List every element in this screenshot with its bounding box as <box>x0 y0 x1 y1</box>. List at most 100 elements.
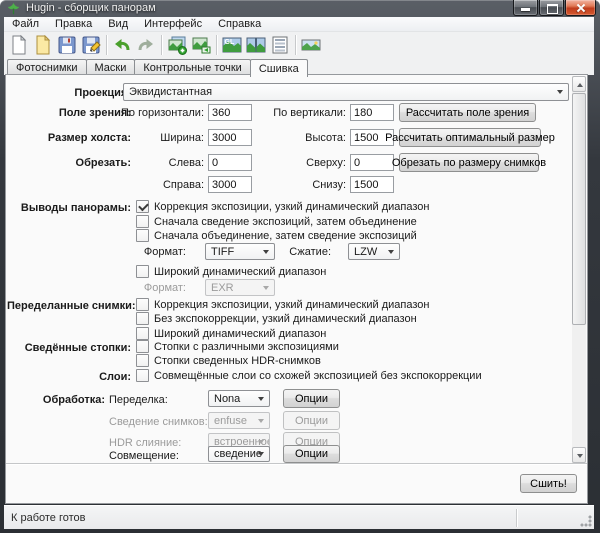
menu-interface[interactable]: Интерфейс <box>136 17 210 31</box>
layers-label: Слои: <box>7 371 131 383</box>
compression-select[interactable]: LZW <box>348 243 400 260</box>
toolbar-control-point-list[interactable] <box>268 33 292 57</box>
vertical-scrollbar[interactable] <box>572 76 586 463</box>
output-blended-then-fused-checkbox[interactable] <box>136 229 149 242</box>
blender-select[interactable]: сведение <box>208 446 270 462</box>
toolbar-undo[interactable] <box>110 33 134 57</box>
crop-bottom-input[interactable] <box>350 176 394 193</box>
new-project-icon <box>9 35 29 55</box>
toolbar-save-project[interactable] <box>55 33 79 57</box>
toolbar-fast-preview[interactable] <box>244 33 268 57</box>
tab-masks[interactable]: Маски <box>86 59 136 75</box>
stacks-various-exposures-checkbox[interactable] <box>136 340 149 353</box>
remapped-no-correction-checkbox[interactable] <box>136 312 149 325</box>
scroll-down-arrow-icon[interactable] <box>572 447 586 463</box>
checkbox-label: Без экспокоррекции, узкий динамический д… <box>154 313 417 325</box>
remapped-hdr-checkbox[interactable] <box>136 327 149 340</box>
output-exposure-corrected-row: Коррекция экспозиции, узкий динамический… <box>136 200 429 213</box>
remapped-hdr-row: Широкий динамический диапазон <box>136 327 326 340</box>
processing-label: Обработка: <box>7 394 105 406</box>
toolbar-gl-preview[interactable]: GL <box>220 33 244 57</box>
toolbar-save-project-as[interactable] <box>79 33 103 57</box>
tab-stitcher[interactable]: Сшивка <box>250 59 308 77</box>
toolbar-separator <box>216 35 217 55</box>
remapper-options-button[interactable]: Опции <box>283 389 340 408</box>
menu-file[interactable]: Файл <box>4 17 47 31</box>
hdr-format-select[interactable]: EXR <box>205 279 275 296</box>
stitcher-form: Проекция: Эквидистантная Поле зрения: По… <box>7 76 573 463</box>
add-images-icon <box>167 35 187 55</box>
stacks-fused-hdr-checkbox[interactable] <box>136 354 149 367</box>
remapper-value: Nona <box>214 393 240 405</box>
window-title: Hugin - сборщик панорам <box>26 2 156 14</box>
fov-horizontal-label: По горизонтали: <box>67 107 204 119</box>
maximize-button[interactable] <box>539 0 564 16</box>
menu-edit[interactable]: Правка <box>47 17 100 31</box>
tab-control-points[interactable]: Контрольные точки <box>134 59 250 75</box>
canvas-width-label: Ширина: <box>67 132 204 144</box>
svg-text:GL: GL <box>225 39 235 46</box>
layers-similar-exposure-checkbox[interactable] <box>136 369 149 382</box>
tab-images[interactable]: Фотоснимки <box>7 59 87 75</box>
stacks-fused-hdr-row: Стопки сведенных HDR-снимков <box>136 354 321 367</box>
output-hdr-checkbox[interactable] <box>136 265 149 278</box>
chevron-down-icon <box>258 419 264 423</box>
scrollbar-thumb[interactable] <box>572 93 586 325</box>
scroll-up-arrow-icon[interactable] <box>572 76 586 92</box>
remapper-select[interactable]: Nona <box>208 390 270 407</box>
checkbox-label: Широкий динамический диапазон <box>154 328 326 340</box>
fov-horizontal-input[interactable] <box>208 104 252 121</box>
stitcher-panel: Проекция: Эквидистантная Поле зрения: По… <box>5 74 588 504</box>
toolbar-preview-panorama[interactable] <box>299 33 323 57</box>
image-fusion-options-button[interactable]: Опции <box>283 411 340 430</box>
chevron-down-icon <box>258 397 264 401</box>
blender-options-button[interactable]: Опции <box>283 445 340 463</box>
canvas-width-input[interactable] <box>208 129 252 146</box>
projection-select[interactable]: Эквидистантная <box>123 83 569 101</box>
image-fusion-select[interactable]: enfuse <box>208 412 270 429</box>
stitch-button[interactable]: Сшить! <box>520 474 577 493</box>
toolbar-add-time-series[interactable] <box>189 33 213 57</box>
preview-panorama-icon <box>301 35 321 55</box>
save-project-as-icon <box>81 35 101 55</box>
toolbar-add-images[interactable] <box>165 33 189 57</box>
control-point-list-icon <box>270 35 290 55</box>
titlebar: Hugin - сборщик панорам <box>0 0 600 17</box>
toolbar-open-project[interactable] <box>31 33 55 57</box>
crop-left-input[interactable] <box>208 154 252 171</box>
crop-right-input[interactable] <box>208 176 252 193</box>
remapped-exposure-corrected-checkbox[interactable] <box>136 298 149 311</box>
projection-label: Проекция: <box>7 87 131 99</box>
menu-view[interactable]: Вид <box>100 17 136 31</box>
checkbox-label: Стопки сведенных HDR-снимков <box>154 355 321 367</box>
output-format-value: TIFF <box>211 246 234 258</box>
calculate-optimal-size-button[interactable]: Рассчитать оптимальный размер <box>399 128 541 147</box>
calculate-fov-button[interactable]: Рассчитать поле зрения <box>399 103 536 122</box>
redo-icon <box>136 35 156 55</box>
minimize-button[interactable] <box>513 0 538 16</box>
menu-help[interactable]: Справка <box>210 17 269 31</box>
resize-grip-icon[interactable] <box>580 515 592 527</box>
close-button[interactable] <box>565 0 596 16</box>
chevron-down-icon <box>557 90 563 94</box>
toolbar-new-project[interactable] <box>7 33 31 57</box>
chevron-down-icon <box>388 250 394 254</box>
output-exposure-corrected-checkbox[interactable] <box>136 200 149 213</box>
status-text: К работе готов <box>11 512 86 524</box>
chevron-down-icon <box>263 286 269 290</box>
crop-to-images-button[interactable]: Обрезать по размеру снимков <box>399 153 539 172</box>
checkbox-label: Коррекция экспозиции, узкий динамический… <box>154 201 429 213</box>
toolbar-redo[interactable] <box>134 33 158 57</box>
checkbox-label: Стопки с различными экспозициями <box>154 341 339 353</box>
projection-value: Эквидистантная <box>129 86 212 98</box>
remapped-no-correction-row: Без экспокоррекции, узкий динамический д… <box>136 312 417 325</box>
blender-value: сведение <box>214 448 262 460</box>
output-fused-then-blended-checkbox[interactable] <box>136 215 149 228</box>
hugin-logo-icon <box>7 2 20 15</box>
open-project-icon <box>33 35 53 55</box>
output-format-label: Формат: <box>87 246 186 258</box>
output-hdr-row: Широкий динамический диапазон <box>136 265 326 278</box>
fov-vertical-input[interactable] <box>350 104 394 121</box>
image-fusion-value: enfuse <box>214 415 247 427</box>
crop-top-input[interactable] <box>350 154 394 171</box>
